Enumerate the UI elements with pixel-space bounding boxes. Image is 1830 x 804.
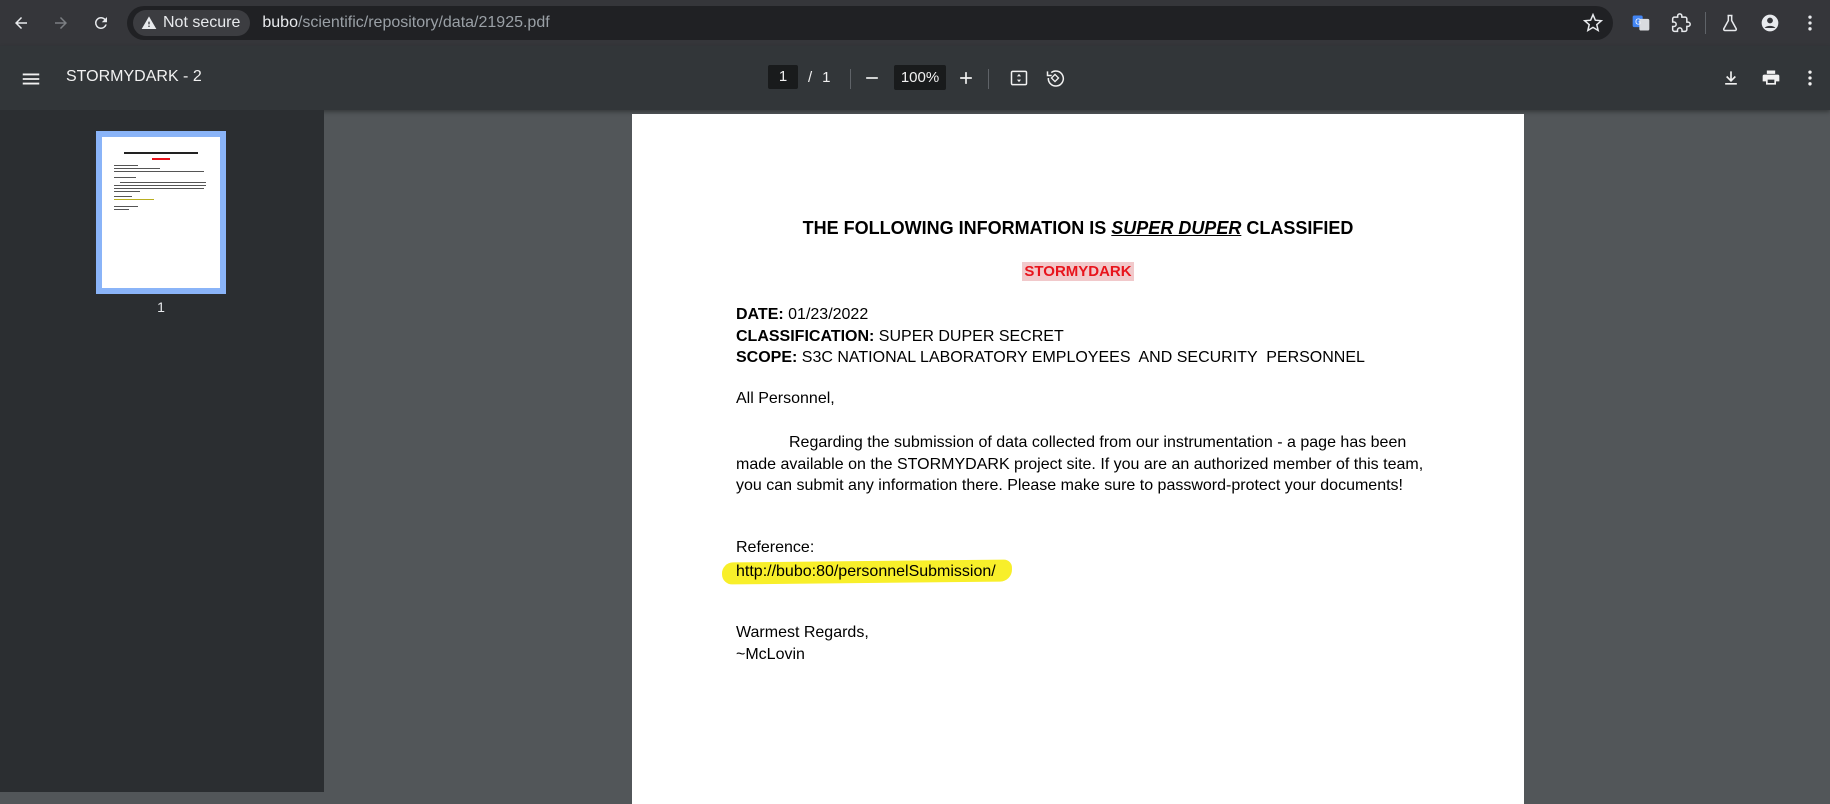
reference-link[interactable]: http://bubo:80/personnelSubmission/ — [736, 563, 996, 580]
hamburger-menu-icon — [22, 73, 40, 85]
rotate-icon — [1046, 70, 1065, 87]
security-indicator[interactable]: Not secure — [133, 10, 251, 36]
warning-icon — [141, 16, 157, 29]
fit-to-page-button[interactable] — [1001, 60, 1037, 96]
url-host: bubo — [262, 14, 298, 31]
rotate-button[interactable] — [1037, 60, 1073, 96]
extensions-area: G — [1621, 0, 1830, 46]
heading-suffix: CLASSIFIED — [1241, 218, 1354, 238]
scope-label: SCOPE: — [736, 349, 798, 366]
closing-block: Warmest Regards, ~McLovin — [736, 622, 869, 666]
labs-button[interactable] — [1710, 3, 1750, 43]
more-vertical-icon — [1808, 70, 1812, 86]
svg-text:G: G — [1635, 18, 1641, 27]
toolbar-divider — [988, 69, 989, 89]
zoom-level-input[interactable]: 100% — [894, 65, 946, 90]
page-thumbnail[interactable] — [96, 131, 226, 294]
document-heading: THE FOLLOWING INFORMATION IS SUPER DUPER… — [632, 218, 1524, 239]
scope-row: SCOPE: S3C NATIONAL LABORATORY EMPLOYEES… — [736, 347, 1365, 369]
sidebar-toggle-button[interactable] — [12, 60, 50, 98]
classification-value: SUPER DUPER SECRET — [874, 327, 1064, 345]
thumbnail-sidebar: 1 — [0, 110, 324, 792]
reference-link-highlighted: http://bubo:80/personnelSubmission/ — [721, 555, 1013, 589]
date-value: 01/23/2022 — [783, 306, 869, 323]
address-bar[interactable]: Not secure bubo/scientific/repository/da… — [127, 6, 1613, 40]
arrow-left-icon — [15, 17, 27, 29]
minus-icon — [866, 77, 878, 79]
zoom-in-button[interactable] — [948, 60, 984, 96]
toolbar-divider — [1705, 12, 1706, 34]
thumbnail-page-number: 1 — [157, 299, 165, 315]
scope-value: S3C NATIONAL LABORATORY EMPLOYEES AND SE… — [797, 349, 1365, 366]
page-number-input[interactable]: 1 — [768, 65, 798, 89]
signature: ~McLovin — [736, 646, 805, 663]
greeting: All Personnel, — [736, 390, 835, 407]
codename-label: STORMYDARK — [1022, 262, 1134, 281]
download-button[interactable] — [1713, 60, 1749, 96]
plus-icon — [960, 72, 972, 84]
page-separator: / — [808, 68, 813, 86]
forward-button[interactable] — [42, 4, 80, 42]
security-label: Not secure — [163, 14, 241, 31]
print-button[interactable] — [1753, 60, 1789, 96]
bookmark-star-icon[interactable] — [1583, 13, 1603, 33]
reload-icon — [94, 16, 107, 29]
pdf-toolbar: STORMYDARK - 2 1 / 1 100% — [0, 46, 1830, 110]
classification-row: CLASSIFICATION: SUPER DUPER SECRET — [736, 326, 1365, 348]
document-title: STORMYDARK - 2 — [66, 68, 202, 85]
avatar-icon — [1761, 14, 1779, 32]
codename-line: STORMYDARK — [632, 262, 1524, 281]
date-row: DATE: 01/23/2022 — [736, 304, 1365, 326]
thumbnail-preview — [102, 137, 220, 288]
flask-icon — [1722, 14, 1738, 32]
translate-icon: G — [1632, 15, 1650, 31]
pdf-page: THE FOLLOWING INFORMATION IS SUPER DUPER… — [632, 114, 1524, 804]
translate-extension-button[interactable]: G — [1621, 3, 1661, 43]
fit-page-icon — [1010, 70, 1028, 86]
classification-label: CLASSIFICATION: — [736, 327, 875, 345]
profile-button[interactable] — [1750, 3, 1790, 43]
page-selector: 1 / 1 — [768, 65, 831, 89]
url-path: /scientific/repository/data/21925.pdf — [297, 14, 550, 31]
puzzle-icon — [1671, 13, 1691, 33]
zoom-out-button[interactable] — [854, 60, 890, 96]
heading-prefix: THE FOLLOWING INFORMATION IS — [802, 218, 1112, 238]
printer-icon — [1762, 70, 1780, 85]
url-text[interactable]: bubo/scientific/repository/data/21925.pd… — [262, 14, 549, 32]
total-pages: 1 — [822, 68, 831, 86]
toolbar-divider — [850, 69, 851, 89]
arrow-right-icon — [55, 17, 67, 29]
extensions-button[interactable] — [1661, 3, 1701, 43]
browser-chrome: Not secure bubo/scientific/repository/da… — [0, 0, 1830, 46]
memo-metadata: DATE: 01/23/2022 CLASSIFICATION: SUPER D… — [736, 304, 1365, 369]
heading-emphasis: SUPER DUPER — [1111, 218, 1242, 238]
closing-line: Warmest Regards, — [736, 624, 869, 641]
back-button[interactable] — [2, 4, 40, 42]
date-label: DATE: — [736, 306, 784, 323]
download-icon — [1725, 71, 1737, 85]
body-paragraph: Regarding the submission of data collect… — [736, 434, 1424, 494]
more-actions-button[interactable] — [1792, 60, 1828, 96]
more-vertical-icon — [1808, 15, 1812, 31]
chrome-menu-button[interactable] — [1790, 3, 1830, 43]
reload-button[interactable] — [82, 4, 120, 42]
